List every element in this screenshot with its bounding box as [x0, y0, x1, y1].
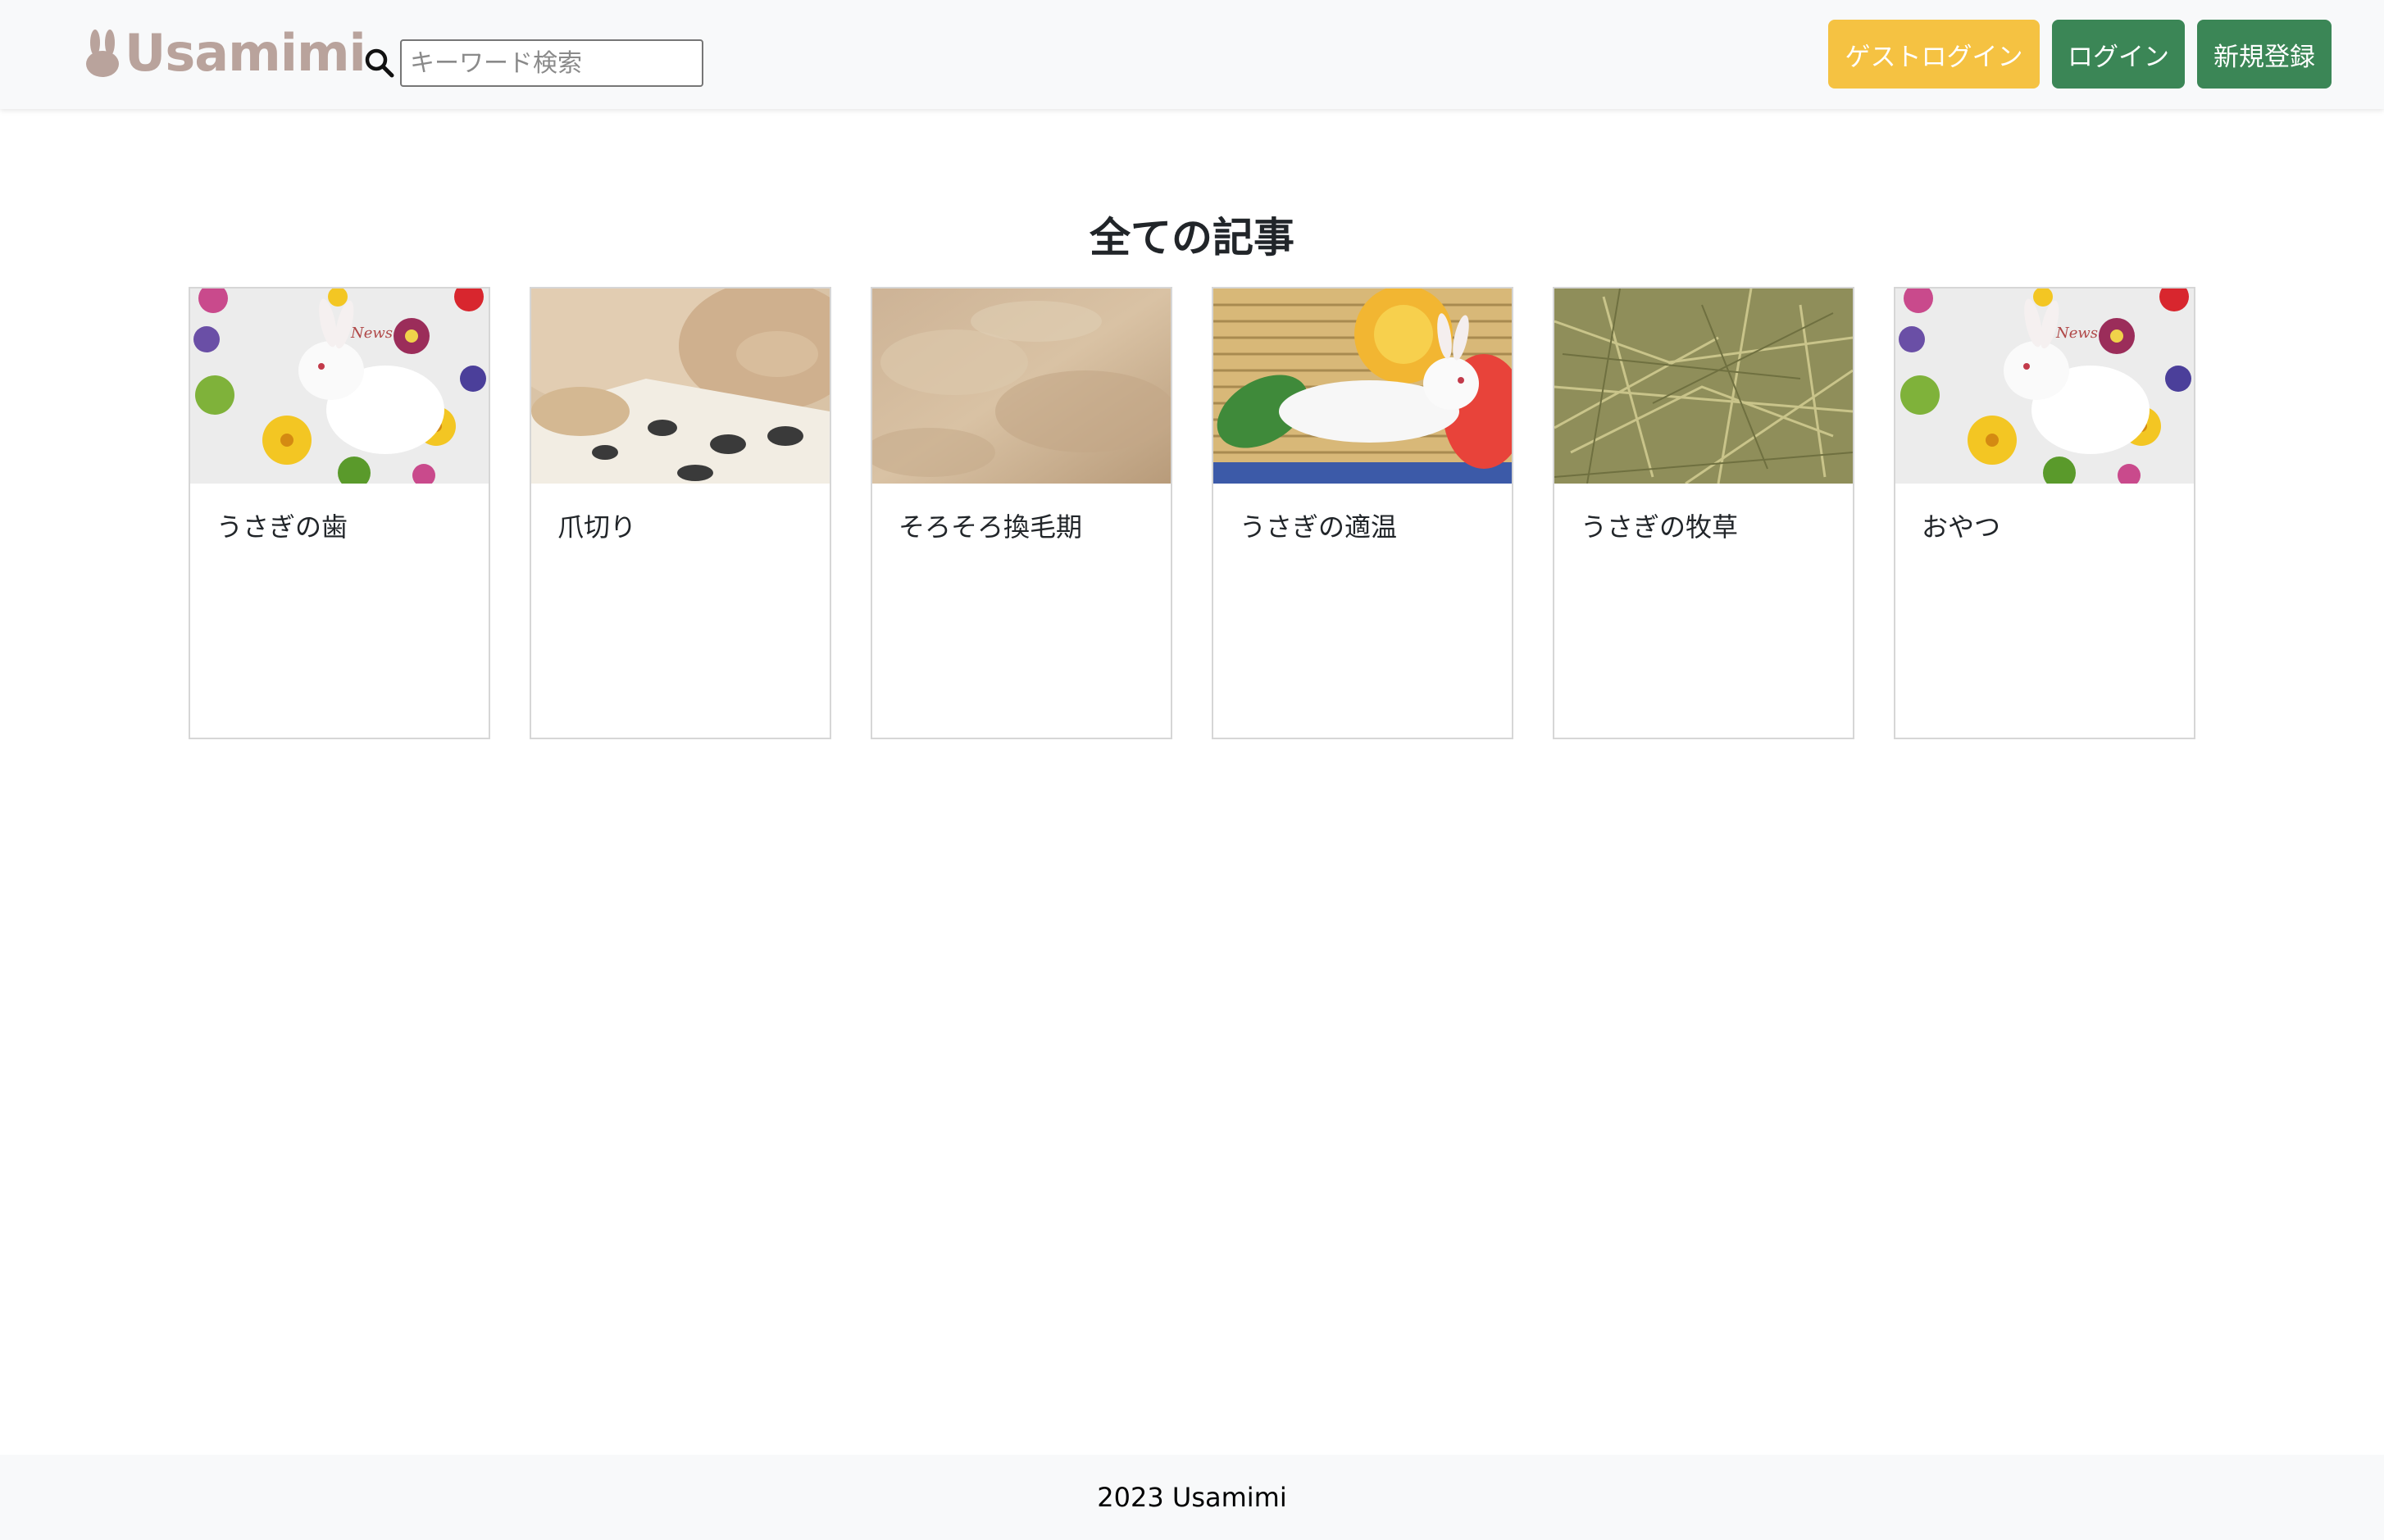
- logo-link[interactable]: Usamimi: [85, 25, 366, 82]
- article-card[interactable]: News うさぎの歯: [189, 287, 490, 739]
- article-title: おやつ: [1922, 511, 2001, 543]
- footer: 2023 Usamimi: [0, 1455, 2384, 1540]
- article-title: うさぎの牧草: [1581, 511, 1739, 543]
- article-card[interactable]: うさぎの適温: [1212, 287, 1513, 739]
- article-thumbnail: News: [190, 288, 489, 484]
- svg-text:News: News: [350, 325, 393, 342]
- navbar: Usamimi ゲストログイン ログイン 新規登録: [0, 0, 2384, 109]
- article-thumbnail: [1213, 288, 1512, 484]
- article-thumbnail: [872, 288, 1171, 484]
- search-input[interactable]: [400, 39, 703, 87]
- article-thumbnail: News: [1895, 288, 2194, 484]
- article-card[interactable]: 爪切り: [530, 287, 831, 739]
- svg-text:News: News: [2055, 325, 2098, 342]
- article-thumbnail: [531, 288, 830, 484]
- article-card[interactable]: News おやつ: [1894, 287, 2195, 739]
- article-card[interactable]: そろそろ換毛期: [871, 287, 1172, 739]
- bunny-logo-icon: [86, 30, 119, 77]
- article-title: うさぎの適温: [1240, 511, 1398, 543]
- guest-login-button[interactable]: ゲストログイン: [1828, 20, 2040, 89]
- page-title: 全ての記事: [1090, 213, 1294, 261]
- article-thumbnail: [1554, 288, 1853, 484]
- article-title: うさぎの歯: [216, 511, 348, 543]
- article-card[interactable]: うさぎの牧草: [1553, 287, 1854, 739]
- signup-button[interactable]: 新規登録: [2197, 20, 2332, 89]
- search-icon[interactable]: [364, 48, 395, 79]
- article-title: そろそろ換毛期: [899, 511, 1083, 543]
- logo-text: Usamimi: [125, 23, 366, 83]
- footer-copyright: 2023 Usamimi: [1097, 1482, 1287, 1513]
- login-button[interactable]: ログイン: [2052, 20, 2185, 89]
- article-title: 爪切り: [557, 511, 637, 543]
